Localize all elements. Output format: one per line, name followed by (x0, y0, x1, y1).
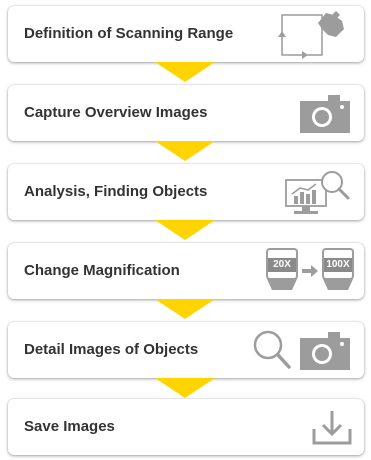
step-change-magnification: Change Magnification 20X 100X (8, 243, 364, 299)
search-camera-icon (252, 322, 354, 378)
step-detail-images-of-objects: Detail Images of Objects (8, 322, 364, 378)
objective-change-icon: 20X 100X (266, 243, 354, 299)
flow-arrow (155, 299, 215, 319)
monitor-search-icon (278, 164, 354, 220)
magnifier-icon (252, 329, 292, 371)
flow-arrow (155, 220, 215, 240)
camera-icon (298, 85, 354, 141)
arrow-right-icon (302, 265, 318, 277)
step-label: Change Magnification (24, 262, 180, 279)
objective-100x-icon: 100X (322, 248, 354, 294)
objective-20x-icon: 20X (266, 248, 298, 294)
step-label: Analysis, Finding Objects (24, 183, 208, 200)
flow-arrow (155, 62, 215, 82)
step-capture-overview-images: Capture Overview Images (8, 85, 364, 141)
from-magnification-label: 20X (273, 259, 291, 270)
flow-arrow (155, 378, 215, 398)
step-label: Definition of Scanning Range (24, 25, 234, 42)
scanning-workflow-diagram: Definition of Scanning Range Capture Ove… (0, 0, 371, 460)
step-label: Capture Overview Images (24, 104, 208, 121)
camera-icon (298, 330, 354, 370)
download-icon (310, 399, 354, 455)
to-magnification-label: 100X (326, 259, 350, 270)
scan-range-icon (274, 6, 354, 62)
step-label: Detail Images of Objects (24, 341, 199, 358)
step-save-images: Save Images (8, 399, 364, 455)
step-analysis-finding-objects: Analysis, Finding Objects (8, 164, 364, 220)
flow-arrow (155, 141, 215, 161)
step-label: Save Images (24, 418, 115, 435)
step-definition-of-scanning-range: Definition of Scanning Range (8, 6, 364, 62)
